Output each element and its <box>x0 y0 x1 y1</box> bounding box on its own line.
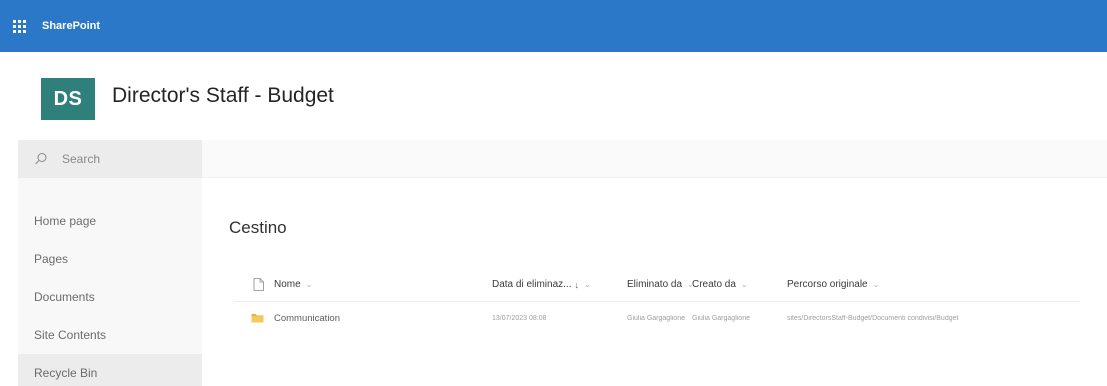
folder-icon <box>251 314 264 323</box>
nav-item-site-contents[interactable]: Site Contents <box>18 316 202 354</box>
column-header-name-label: Nome <box>274 279 301 290</box>
row-original-path: sites/DirectorsStaff-Budget/Documenti co… <box>787 314 959 322</box>
app-launcher-button[interactable] <box>0 0 38 52</box>
nav-list: Home page Pages Documents Site Contents … <box>18 202 202 386</box>
main-content: Cestino Nome ⌄ Data di eliminaz... ↓ ⌄ E… <box>202 178 1107 386</box>
chevron-down-icon: ⌄ <box>305 280 313 289</box>
sort-descending-icon: ↓ <box>574 279 579 290</box>
chevron-down-icon: ⌄ <box>740 280 748 289</box>
column-header-created-by-label: Creato da <box>692 279 736 290</box>
column-header-name[interactable]: Nome ⌄ <box>274 279 492 290</box>
suite-bar: SharePoint <box>0 0 1107 52</box>
site-logo[interactable]: DS <box>41 78 95 120</box>
column-header-original-path[interactable]: Percorso originale ⌄ <box>787 279 1080 290</box>
nav-item-pages[interactable]: Pages <box>18 240 202 278</box>
column-header-deleted-by[interactable]: Eliminato da ⌄ <box>627 279 692 290</box>
search-box[interactable] <box>18 140 202 178</box>
row-deleted-date: 13/07/2023 08:08 <box>492 314 547 322</box>
chevron-down-icon: ⌄ <box>872 280 880 289</box>
row-name[interactable]: Communication <box>274 313 492 324</box>
document-icon <box>253 278 264 291</box>
command-bar <box>202 140 1107 178</box>
waffle-icon <box>12 19 26 33</box>
search-input[interactable] <box>62 152 182 166</box>
column-header-created-by[interactable]: Creato da ⌄ <box>692 279 787 290</box>
column-header-deleted-date-label: Data di eliminaz... <box>492 279 572 290</box>
column-header-deleted-date[interactable]: Data di eliminaz... ↓ ⌄ <box>492 279 627 290</box>
row-deleted-by: Giulia Gargaglione <box>627 314 685 322</box>
column-header-file-type[interactable] <box>234 278 274 291</box>
list-header: Nome ⌄ Data di eliminaz... ↓ ⌄ Eliminato… <box>234 268 1080 302</box>
table-row[interactable]: Communication 13/07/2023 08:08 Giulia Ga… <box>234 302 1080 334</box>
app-name-link[interactable]: SharePoint <box>42 20 100 32</box>
search-icon <box>34 152 48 166</box>
page-title: Cestino <box>229 218 287 237</box>
chevron-down-icon: ⌄ <box>583 280 591 289</box>
nav-item-home-page[interactable]: Home page <box>18 202 202 240</box>
left-navigation: Home page Pages Documents Site Contents … <box>18 140 202 386</box>
row-created-by: Giulia Gargaglione <box>692 314 750 322</box>
site-title[interactable]: Director's Staff - Budget <box>112 84 334 108</box>
nav-item-recycle-bin[interactable]: Recycle Bin <box>18 354 202 386</box>
row-file-type <box>234 313 274 323</box>
nav-item-documents[interactable]: Documents <box>18 278 202 316</box>
column-header-deleted-by-label: Eliminato da <box>627 279 683 290</box>
site-header: DS Director's Staff - Budget <box>0 52 1107 140</box>
column-header-original-path-label: Percorso originale <box>787 279 868 290</box>
